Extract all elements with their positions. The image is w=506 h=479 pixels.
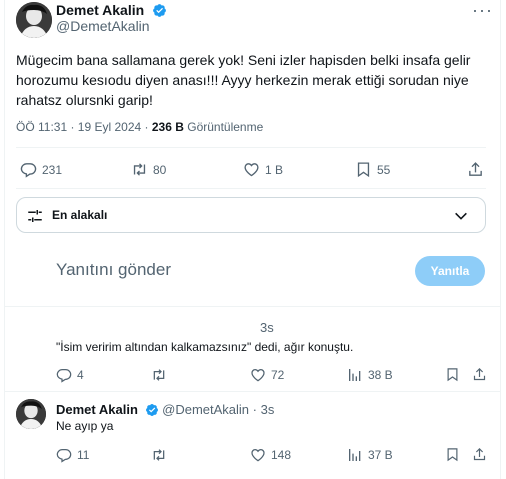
tweet-meta: ÖÖ 11:31 · 19 Eyl 2024 · 236 B Görüntüle…	[16, 120, 263, 134]
divider	[16, 147, 486, 148]
filter-icon	[28, 210, 42, 222]
like-icon	[244, 163, 259, 177]
timeline-left-border	[4, 0, 5, 479]
reply-input[interactable]: Yanıtını gönder	[56, 260, 171, 280]
comment-header: Demet Akalin @DemetAkalin · 3s	[56, 402, 274, 420]
author-avatar[interactable]	[16, 2, 52, 38]
verified-badge-icon	[145, 403, 159, 420]
reply-button[interactable]: 231	[20, 161, 62, 178]
repost-icon	[153, 449, 165, 461]
comment-like-count: 148	[271, 448, 292, 462]
comment-reply-button[interactable]: 11	[56, 447, 89, 463]
repost-icon	[153, 369, 165, 381]
comment-reply-button[interactable]: 4	[56, 367, 84, 383]
comment-text: Ne ayıp ya	[56, 419, 114, 433]
tweet-timestamp[interactable]: ÖÖ 11:31 · 19 Eyl 2024 ·	[16, 120, 149, 134]
tweet-text: Mügecim bana sallamana gerek yok! Seni i…	[16, 52, 471, 108]
comment-views-button[interactable]: 37 B	[347, 447, 393, 463]
share-icon	[473, 448, 486, 461]
bookmark-icon	[447, 448, 458, 462]
divider	[4, 306, 501, 307]
views-icon	[349, 449, 361, 461]
comment-author-avatar[interactable]	[16, 399, 46, 429]
views-label: Görüntülenme	[187, 120, 264, 134]
comment-share-button[interactable]	[472, 447, 492, 462]
reply-submit-button[interactable]: Yanıtla	[415, 256, 485, 286]
sort-replies-dropdown[interactable]: En alakalı	[16, 197, 486, 233]
more-icon[interactable]: ···	[472, 0, 493, 21]
repost-button[interactable]: 80	[131, 161, 166, 178]
comment-like-button[interactable]: 148	[250, 447, 291, 463]
comment-separator: ·	[252, 402, 258, 417]
comment-views-count: 37 B	[368, 448, 393, 462]
reply-icon	[56, 449, 72, 463]
like-count: 1 B	[265, 162, 284, 177]
like-icon	[251, 449, 265, 462]
comment-views-count: 38 B	[368, 368, 393, 382]
comment-author-handle[interactable]: @DemetAkalin	[162, 402, 249, 417]
chevron-down-icon	[455, 212, 467, 220]
user-avatar	[16, 254, 52, 290]
bookmark-count: 55	[377, 162, 391, 177]
divider	[16, 188, 486, 189]
reply-icon	[20, 163, 37, 178]
reply-count: 231	[42, 162, 63, 177]
comment-views-button[interactable]: 38 B	[347, 367, 393, 383]
like-icon	[251, 369, 265, 382]
views-icon	[349, 369, 361, 381]
comment-like-count: 72	[271, 368, 285, 382]
share-icon	[473, 368, 486, 381]
comment-like-button[interactable]: 72	[250, 367, 284, 383]
bookmark-icon	[447, 368, 458, 382]
comment-text: "İsim veririm altından kalkamazsınız" de…	[56, 340, 354, 354]
bookmark-icon	[357, 162, 370, 178]
comment-repost-button[interactable]	[151, 367, 172, 383]
comment-reply-count: 4	[77, 368, 84, 382]
comment-repost-button[interactable]	[151, 447, 172, 463]
divider	[4, 391, 501, 392]
repost-count: 80	[153, 162, 167, 177]
comment-bookmark-button[interactable]	[445, 367, 465, 382]
bookmark-button[interactable]: 55	[355, 161, 390, 178]
author-name[interactable]: Demet Akalin	[56, 2, 144, 18]
reply-icon	[56, 369, 72, 383]
comment-share-button[interactable]	[472, 367, 492, 382]
author-handle[interactable]: @DemetAkalin	[56, 18, 150, 34]
comment-time[interactable]: 3s	[260, 320, 274, 335]
comment-reply-count: 11	[77, 448, 90, 462]
share-button[interactable]	[467, 161, 489, 178]
views-count: 236 B	[151, 120, 184, 134]
timeline-right-border	[500, 0, 501, 479]
sort-label: En alakalı	[52, 208, 108, 222]
like-button[interactable]: 1 B	[243, 161, 283, 178]
comment-author-name[interactable]: Demet Akalin	[56, 402, 138, 417]
verified-badge-icon	[152, 3, 167, 23]
comment-time[interactable]: 3s	[261, 402, 275, 417]
share-icon	[469, 162, 482, 176]
comment-bookmark-button[interactable]	[445, 447, 465, 462]
repost-icon	[133, 163, 146, 176]
